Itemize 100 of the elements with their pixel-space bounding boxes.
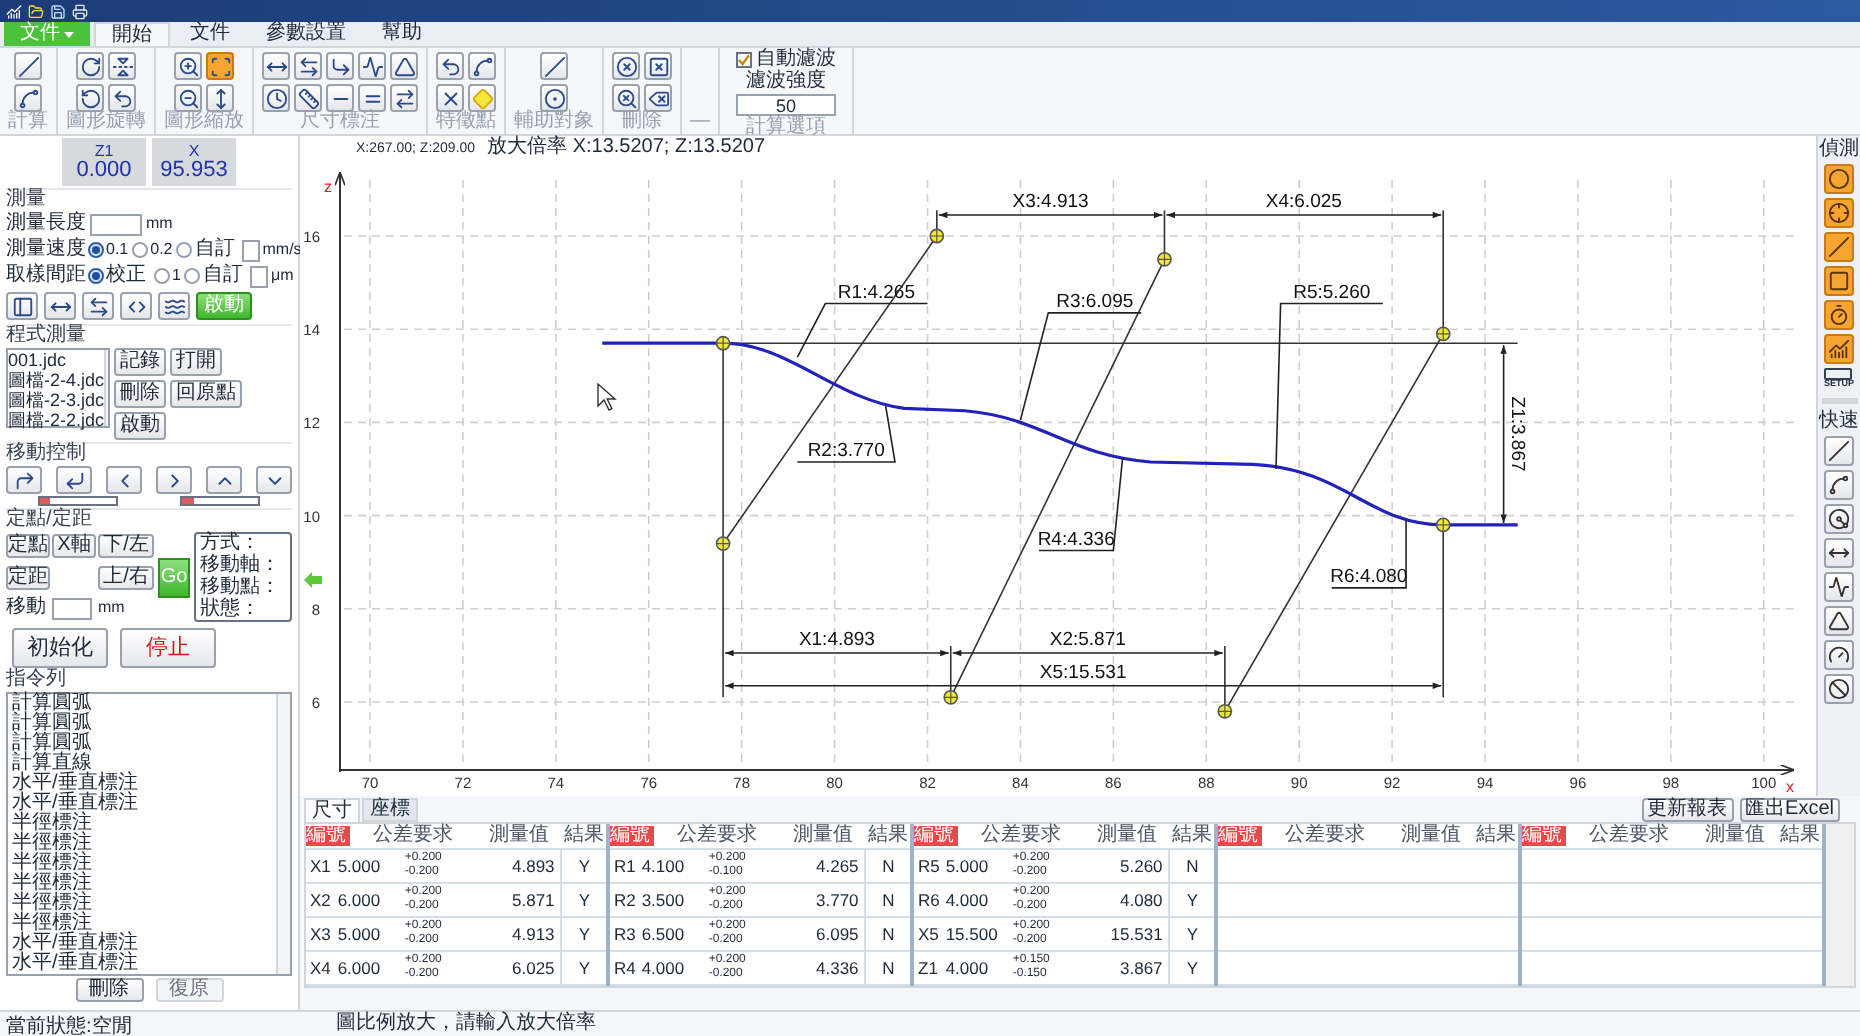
- zigzag-button[interactable]: [358, 52, 386, 80]
- list-item[interactable]: 圖檔-2-2.jdc: [8, 410, 105, 430]
- chevron-down-button[interactable]: [256, 466, 292, 494]
- magnifier-x-button[interactable]: [612, 84, 640, 112]
- scrollbar[interactable]: [1826, 824, 1854, 986]
- no-entry-button[interactable]: [1824, 673, 1854, 703]
- zoom-fit-button[interactable]: [206, 52, 234, 80]
- flip-button[interactable]: [108, 52, 136, 80]
- initialize-button[interactable]: 初始化: [12, 628, 108, 668]
- list-item[interactable]: 計算圓弧: [12, 694, 276, 714]
- speed-slider[interactable]: [180, 496, 261, 506]
- program-button[interactable]: 記錄: [114, 348, 166, 376]
- program-button[interactable]: 打開: [170, 348, 222, 376]
- checkbox[interactable]: [736, 52, 752, 68]
- clock-button[interactable]: [262, 84, 290, 112]
- cross-button[interactable]: [436, 84, 464, 112]
- horizontal-arrows-button[interactable]: [44, 292, 76, 320]
- radio-button[interactable]: [154, 268, 170, 284]
- double-line-button[interactable]: [358, 84, 386, 112]
- list-item[interactable]: 半徑標注: [12, 914, 276, 934]
- chevron-right-button[interactable]: [156, 466, 192, 494]
- menu-tab[interactable]: 參數設置: [250, 22, 362, 46]
- chevron-up-button[interactable]: [206, 466, 242, 494]
- list-item[interactable]: 半徑標注: [12, 814, 276, 834]
- list-item[interactable]: 圖檔-2-4.jdc: [8, 370, 105, 390]
- save-icon[interactable]: [50, 3, 66, 19]
- list-item[interactable]: 半徑標注: [12, 854, 276, 874]
- timer-button[interactable]: [1824, 300, 1854, 330]
- radio-button[interactable]: [88, 242, 104, 258]
- radio-button[interactable]: [132, 242, 149, 258]
- turn-left-arrow-button[interactable]: [56, 466, 92, 494]
- position-button[interactable]: 定距: [6, 565, 50, 590]
- line-button[interactable]: [540, 52, 568, 80]
- results-tab[interactable]: 座標: [362, 798, 418, 822]
- circle-dot-button[interactable]: [540, 84, 568, 112]
- vertical-arrows-button[interactable]: [206, 84, 234, 112]
- rotate-right-button[interactable]: [76, 52, 104, 80]
- list-item[interactable]: 計算圓弧: [12, 714, 276, 734]
- triangle-button[interactable]: [1824, 605, 1854, 635]
- position-button[interactable]: 下/左: [98, 534, 154, 559]
- program-list[interactable]: 001.jdc 圖檔-2-4.jdc 圖檔-2-3.jdc 圖檔-2-2.jdc: [6, 348, 110, 428]
- list-item[interactable]: 圖檔-2-3.jdc: [8, 390, 105, 410]
- x-circle-button[interactable]: [612, 52, 640, 80]
- zoom-in-button[interactable]: [174, 52, 202, 80]
- line-button[interactable]: [1824, 435, 1854, 465]
- input-field[interactable]: [242, 239, 261, 261]
- list-item[interactable]: 計算圓弧: [12, 734, 276, 754]
- corner-arrow-button[interactable]: [326, 52, 354, 80]
- radio-button[interactable]: [184, 268, 201, 284]
- scrollbar[interactable]: [276, 694, 290, 974]
- input-field[interactable]: [250, 265, 269, 287]
- curve-button[interactable]: [14, 84, 42, 112]
- delete-button[interactable]: 刪除: [75, 978, 143, 1002]
- axes-button[interactable]: [1824, 334, 1854, 364]
- menu-tab[interactable]: 文件: [174, 22, 246, 46]
- list-item[interactable]: 水平/垂直標注: [12, 934, 276, 954]
- curved-arrow-button[interactable]: [436, 52, 464, 80]
- list-item[interactable]: 水平/垂直標注: [12, 954, 276, 974]
- bracket-button[interactable]: [6, 292, 38, 320]
- input-field[interactable]: [52, 597, 92, 620]
- list-item[interactable]: 半徑標注: [12, 834, 276, 854]
- position-button[interactable]: X軸: [52, 534, 96, 559]
- list-item[interactable]: 水平/垂直標注: [12, 774, 276, 794]
- crosshair-button[interactable]: [1824, 198, 1854, 228]
- menu-tab[interactable]: 開始: [94, 22, 170, 46]
- expand-arrows-button[interactable]: [120, 292, 152, 320]
- results-tab[interactable]: 尺寸: [304, 798, 360, 822]
- square-button[interactable]: [1824, 266, 1854, 296]
- left-right-arrows-button[interactable]: [82, 292, 114, 320]
- backspace-button[interactable]: [644, 84, 672, 112]
- speed-slider[interactable]: [37, 496, 118, 506]
- program-button[interactable]: 回原點: [170, 380, 242, 408]
- gauge-button[interactable]: [1824, 639, 1854, 669]
- ruler-button[interactable]: [294, 84, 322, 112]
- radio-button[interactable]: [88, 268, 104, 284]
- curve-button[interactable]: [468, 52, 496, 80]
- zoom-out-button[interactable]: [174, 84, 202, 112]
- report-button[interactable]: 匯出Excel: [1739, 798, 1840, 822]
- report-button[interactable]: 更新報表: [1641, 798, 1734, 822]
- waves-button[interactable]: [158, 292, 190, 320]
- turn-right-arrow-button[interactable]: [6, 466, 42, 494]
- scrollbar[interactable]: [104, 350, 108, 426]
- position-button[interactable]: 定點: [6, 534, 50, 559]
- list-item[interactable]: 水平/垂直標注: [12, 794, 276, 814]
- list-item[interactable]: 計算直線: [12, 754, 276, 774]
- left-right-arrows-button[interactable]: [294, 52, 322, 80]
- line-button[interactable]: [14, 52, 42, 80]
- horizontal-arrows-button[interactable]: [262, 52, 290, 80]
- chevron-left-button[interactable]: [106, 466, 142, 494]
- rotate-left-button[interactable]: [76, 84, 104, 112]
- list-item[interactable]: 001.jdc: [8, 350, 105, 370]
- slash-button[interactable]: [1824, 232, 1854, 262]
- list-item[interactable]: 半徑標注: [12, 894, 276, 914]
- command-list[interactable]: 計算圓弧 計算圓弧 計算圓弧 計算直線 水平/垂直標注 水平/垂直標注 半徑標注 半徑標注 半徑標注 半徑標注 半徑標注 半徑標注 水平/垂直標注 水平/垂直標注: [6, 692, 292, 976]
- radius-button[interactable]: [1824, 503, 1854, 533]
- position-button[interactable]: 上/右: [98, 565, 154, 590]
- list-item[interactable]: 半徑標注: [12, 874, 276, 894]
- menu-tab[interactable]: 幫助: [366, 22, 438, 46]
- horizontal-line-button[interactable]: [326, 84, 354, 112]
- circle-button[interactable]: [1824, 164, 1854, 194]
